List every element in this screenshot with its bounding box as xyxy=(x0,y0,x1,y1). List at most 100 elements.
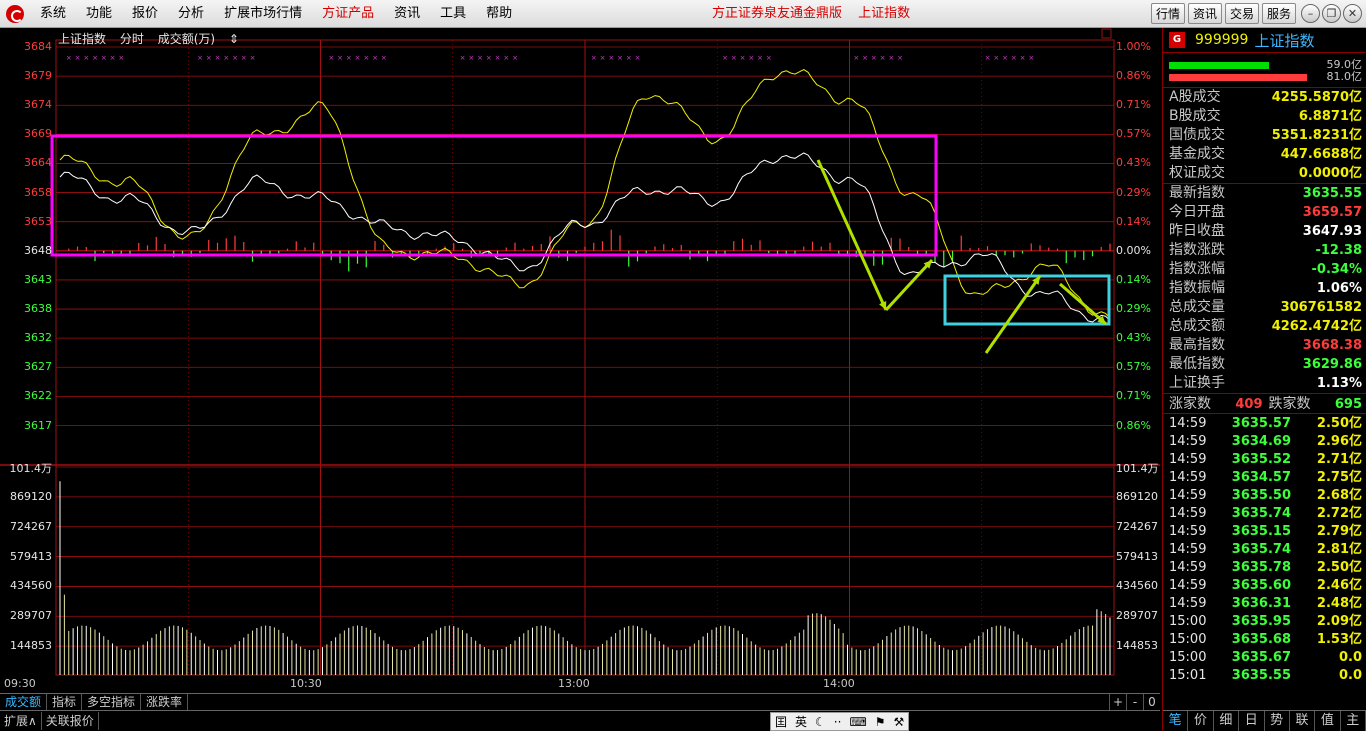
ime-lang-icon[interactable]: 英 xyxy=(791,713,811,730)
quote-button[interactable]: 行情 xyxy=(1150,3,1185,24)
stat-value: 1.06% xyxy=(1316,281,1362,296)
app-window: 系统 功能 报价 分析 扩展市场行情 方证产品 资讯 工具 帮助 方正证券泉友通… xyxy=(0,0,1366,731)
signal-marker: × xyxy=(626,54,632,62)
pct-tick-label: 0.29% xyxy=(1116,302,1151,316)
signal-marker: × xyxy=(993,54,999,62)
tick-amount: 0.0 xyxy=(1338,650,1362,665)
ime-flag-icon[interactable]: ⚑ xyxy=(871,715,890,729)
tick-list[interactable]: 14:59 3635.57 2.50亿 14:59 3634.69 2.96亿 14:59 3… xyxy=(1163,414,1366,685)
stat-value: 447.6688亿 xyxy=(1280,147,1362,162)
tick-row: 15:00 3635.67 0.0 xyxy=(1163,649,1366,667)
panel-tab[interactable]: 联 xyxy=(1290,711,1316,731)
ime-tools-icon[interactable]: ⚒ xyxy=(890,715,909,729)
panel-tab[interactable]: 笔 xyxy=(1163,711,1189,731)
signal-marker: × xyxy=(495,54,501,62)
stat-value: 5351.8231亿 xyxy=(1271,128,1362,143)
tick-price: 3636.31 xyxy=(1231,596,1291,611)
zoom-out-button[interactable]: - xyxy=(1126,694,1143,711)
turnover-stat-row: 国债成交 5351.8231亿 xyxy=(1163,126,1366,145)
stat-value: 4255.5870亿 xyxy=(1271,90,1362,105)
ime-mode-icon[interactable]: 囯 xyxy=(771,713,791,730)
signal-marker: × xyxy=(1020,54,1026,62)
tab-advance-decline[interactable]: 涨跌率 xyxy=(141,694,189,710)
tab-indicator[interactable]: 指标 xyxy=(47,694,83,710)
signal-marker: × xyxy=(503,54,509,62)
window-title: 方正证券泉友通金鼎版 上证指数 xyxy=(712,0,922,28)
panel-tab[interactable]: 细 xyxy=(1214,711,1240,731)
tick-time: 14:59 xyxy=(1169,578,1207,593)
tab-turnover[interactable]: 成交额 xyxy=(0,694,48,710)
signal-marker: × xyxy=(871,54,877,62)
signal-marker: × xyxy=(477,54,483,62)
chart-corner-icon xyxy=(1101,28,1112,39)
turnover-stat-row: 基金成交 447.6688亿 xyxy=(1163,145,1366,164)
tick-price: 3635.60 xyxy=(1231,578,1291,593)
menu-analysis[interactable]: 分析 xyxy=(168,0,214,28)
ime-punct-icon[interactable]: ·· xyxy=(830,715,846,729)
volume-tick-label: 869120 xyxy=(1116,489,1158,503)
zoom-controls: + - 0 xyxy=(1109,694,1160,711)
tab-long-short[interactable]: 多空指标 xyxy=(82,694,142,710)
tick-row: 14:59 3635.74 2.81亿 xyxy=(1163,541,1366,559)
menu-ext-market[interactable]: 扩展市场行情 xyxy=(214,0,312,28)
price-tick-label: 3669 xyxy=(24,127,52,141)
close-icon[interactable]: ✕ xyxy=(1343,4,1362,23)
menu-tools[interactable]: 工具 xyxy=(430,0,476,28)
panel-tab[interactable]: 势 xyxy=(1265,711,1290,731)
tab-related-quotes[interactable]: 关联报价 xyxy=(42,712,99,730)
trend-arrow xyxy=(816,159,888,311)
ime-keyboard-icon[interactable]: ⌨ xyxy=(845,715,870,729)
volume-tick-label: 101.4万 xyxy=(9,462,53,475)
menu-system[interactable]: 系统 xyxy=(30,0,76,28)
tick-row: 15:00 3635.68 1.53亿 xyxy=(1163,631,1366,649)
tick-row: 14:59 3635.74 2.72亿 xyxy=(1163,505,1366,523)
signal-marker: × xyxy=(460,54,466,62)
tick-amount: 2.81亿 xyxy=(1316,542,1362,557)
tick-amount: 2.71亿 xyxy=(1316,452,1362,467)
panel-tab[interactable]: 价 xyxy=(1188,711,1214,731)
menu-quote[interactable]: 报价 xyxy=(122,0,168,28)
stat-label: 总成交额 xyxy=(1169,318,1225,334)
service-button[interactable]: 服务 xyxy=(1261,3,1296,24)
tab-extend[interactable]: 扩展∧ xyxy=(0,712,42,730)
menu-product[interactable]: 方证产品 xyxy=(312,0,384,28)
volume-tick-label: 434560 xyxy=(1116,579,1158,593)
news-button[interactable]: 资讯 xyxy=(1187,3,1222,24)
advance-label: 涨家数 xyxy=(1169,396,1211,412)
decline-label: 跌家数 xyxy=(1268,396,1311,412)
tick-price: 3635.78 xyxy=(1231,560,1291,575)
stat-label: 最低指数 xyxy=(1169,356,1225,372)
time-tick-label: 13:00 xyxy=(558,677,590,690)
price-tick-label: 3684 xyxy=(24,40,52,53)
menu-news[interactable]: 资讯 xyxy=(384,0,430,28)
restore-icon[interactable]: ❐ xyxy=(1322,4,1341,23)
chart-indicator: 成交额(万) xyxy=(157,32,216,46)
panel-tab[interactable]: 日 xyxy=(1239,711,1265,731)
chart-canvas[interactable]: × × × × × × × × × × × × × × × × × × × × × × × × × × × × × × × × × × × × × × × ×… xyxy=(0,28,1160,693)
signal-marker: × xyxy=(337,54,343,62)
app-logo-icon[interactable] xyxy=(6,4,24,23)
zoom-in-button[interactable]: + xyxy=(1109,694,1126,711)
zoom-reset-button[interactable]: 0 xyxy=(1143,694,1160,711)
panel-tab[interactable]: 主 xyxy=(1341,711,1366,731)
tick-time: 14:59 xyxy=(1169,542,1207,557)
tick-price: 3635.67 xyxy=(1231,650,1291,665)
signal-marker: × xyxy=(897,54,903,62)
stat-label: 指数涨跌 xyxy=(1169,242,1225,258)
volume-tick-label: 101.4万 xyxy=(1116,462,1159,475)
tick-time: 15:00 xyxy=(1169,632,1207,647)
menu-help[interactable]: 帮助 xyxy=(476,0,522,28)
indicator-switch-icon[interactable]: ⇕ xyxy=(229,32,239,46)
quote-panel: G 999999 上证指数 59.0亿 81.0亿 A股成交 4255.5870亿… xyxy=(1162,28,1366,731)
minimize-icon[interactable]: – xyxy=(1301,4,1320,23)
tick-price: 3635.74 xyxy=(1231,542,1291,557)
ime-moon-icon[interactable]: ☾ xyxy=(811,715,830,729)
intraday-chart[interactable]: × × × × × × × × × × × × × × × × × × × × × × × × × × × × × × × × × × × × × × × ×… xyxy=(0,28,1160,693)
panel-tab[interactable]: 值 xyxy=(1315,711,1341,731)
pct-tick-label: 0.57% xyxy=(1116,127,1151,141)
menu-function[interactable]: 功能 xyxy=(76,0,122,28)
advance-decline-row: 涨家数 409 跌家数 695 xyxy=(1163,393,1366,414)
trade-button[interactable]: 交易 xyxy=(1224,3,1259,24)
signal-marker: × xyxy=(853,54,859,62)
tick-price: 3635.68 xyxy=(1231,632,1291,647)
